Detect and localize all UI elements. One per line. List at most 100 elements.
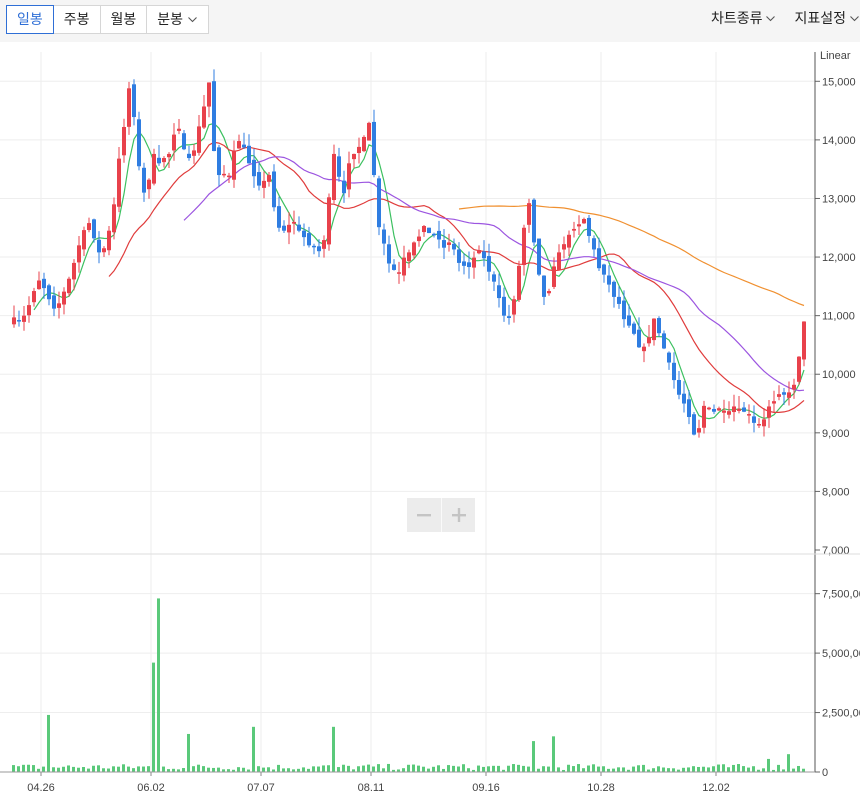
volume-bar (157, 598, 160, 772)
candle-body (522, 227, 526, 266)
volume-bar (522, 765, 525, 772)
candle-body (722, 410, 726, 413)
volume-bar (777, 764, 780, 772)
tab-monthly[interactable]: 월봉 (99, 5, 148, 34)
candle-body (437, 230, 441, 240)
candle-body (107, 230, 111, 251)
candle-body (212, 81, 216, 152)
candle-body (587, 217, 591, 236)
tab-label: 일봉 (17, 11, 43, 27)
candle-body (42, 278, 46, 289)
volume-bar (742, 766, 745, 772)
volume-bar (637, 765, 640, 772)
volume-bar (382, 768, 385, 772)
volume-bar (687, 767, 690, 772)
volume-bar (482, 766, 485, 772)
candle-body (392, 264, 396, 270)
stock-chart[interactable]: Linear 15,000 14,000 13,000 12,000 11,000 10,… (0, 42, 860, 802)
zoom-out-button[interactable] (407, 498, 441, 532)
volume-bar (127, 766, 130, 772)
candle-body (407, 252, 411, 262)
candle-body (742, 407, 746, 412)
candle-body (697, 428, 701, 433)
candle-body (682, 393, 686, 404)
candle-body (152, 153, 156, 184)
candle-body (417, 236, 421, 242)
candle-body (362, 136, 366, 152)
candle-body (772, 401, 776, 404)
volume-bar (642, 764, 645, 772)
volume-bar (72, 766, 75, 772)
volume-bar (412, 764, 415, 772)
menu-label: 차트종류 (710, 10, 763, 26)
volume-bar (797, 765, 800, 772)
volume-bar (187, 733, 190, 772)
candle-body (552, 266, 556, 287)
menu-label: 지표설정 (794, 10, 846, 26)
candle-body (737, 408, 741, 411)
volume-bar (362, 765, 365, 772)
volume-bar (87, 768, 90, 772)
chart-grid (0, 52, 815, 773)
candle-body (472, 257, 476, 268)
candle-body (167, 153, 171, 158)
volume-bar (207, 767, 210, 772)
price-tick-label: 10,000 (822, 369, 856, 381)
volume-bar (32, 765, 35, 772)
candle-body (727, 411, 731, 415)
volume-bar (762, 768, 765, 772)
scale-label: Linear (820, 50, 851, 62)
volume-bar (437, 765, 440, 772)
volume-bar (287, 768, 290, 772)
candle-body (692, 414, 696, 435)
candle-body (177, 128, 181, 131)
tab-label: 월봉 (110, 11, 137, 27)
chart-type-menu[interactable]: 차트종류 (711, 8, 777, 28)
candle-body (702, 405, 706, 428)
volume-bar (597, 766, 600, 772)
candle-body (547, 291, 551, 294)
volume-bar (142, 766, 145, 772)
volume-bar (617, 767, 620, 772)
candle-body (402, 257, 406, 276)
candle-body (567, 234, 571, 248)
volume-bar (277, 764, 280, 772)
candle-body (182, 133, 186, 150)
tab-daily[interactable]: 일봉 (6, 5, 54, 34)
candle-body (557, 252, 561, 270)
candle-body (517, 265, 521, 300)
candle-body (217, 147, 221, 176)
tab-minute[interactable]: 분봉 (146, 5, 210, 34)
candle-body (542, 275, 546, 297)
tab-weekly[interactable]: 주봉 (52, 5, 101, 34)
candle-body (757, 424, 761, 426)
volume-bar (122, 764, 125, 772)
candle-body (642, 346, 646, 352)
volume-bar (767, 758, 770, 772)
candle-body (62, 291, 66, 305)
candle-body (652, 318, 656, 341)
volume-bars (12, 598, 805, 772)
candle-body (232, 150, 236, 180)
zoom-in-button[interactable] (441, 498, 475, 532)
candle-body (127, 88, 131, 127)
candle-body (352, 153, 356, 160)
volume-bar (67, 765, 70, 772)
volume-bar (427, 768, 430, 772)
candle-body (562, 244, 566, 250)
volume-bar (462, 764, 465, 772)
candle-body (302, 230, 306, 238)
price-tick-label: 11,000 (822, 311, 855, 323)
volume-bar (407, 764, 410, 772)
volume-bar (507, 765, 510, 772)
volume-bar (652, 768, 655, 772)
chevron-down-icon (850, 15, 859, 21)
volume-bar (602, 766, 605, 772)
volume-bar (242, 767, 245, 772)
volume-bar (497, 765, 500, 772)
indicator-settings-menu[interactable]: 지표설정 (794, 8, 860, 28)
candle-body (782, 392, 786, 395)
candle-body (292, 221, 296, 224)
volume-bar (512, 764, 515, 772)
period-tabs: 일봉 주봉 월봉 분봉 (6, 5, 210, 34)
